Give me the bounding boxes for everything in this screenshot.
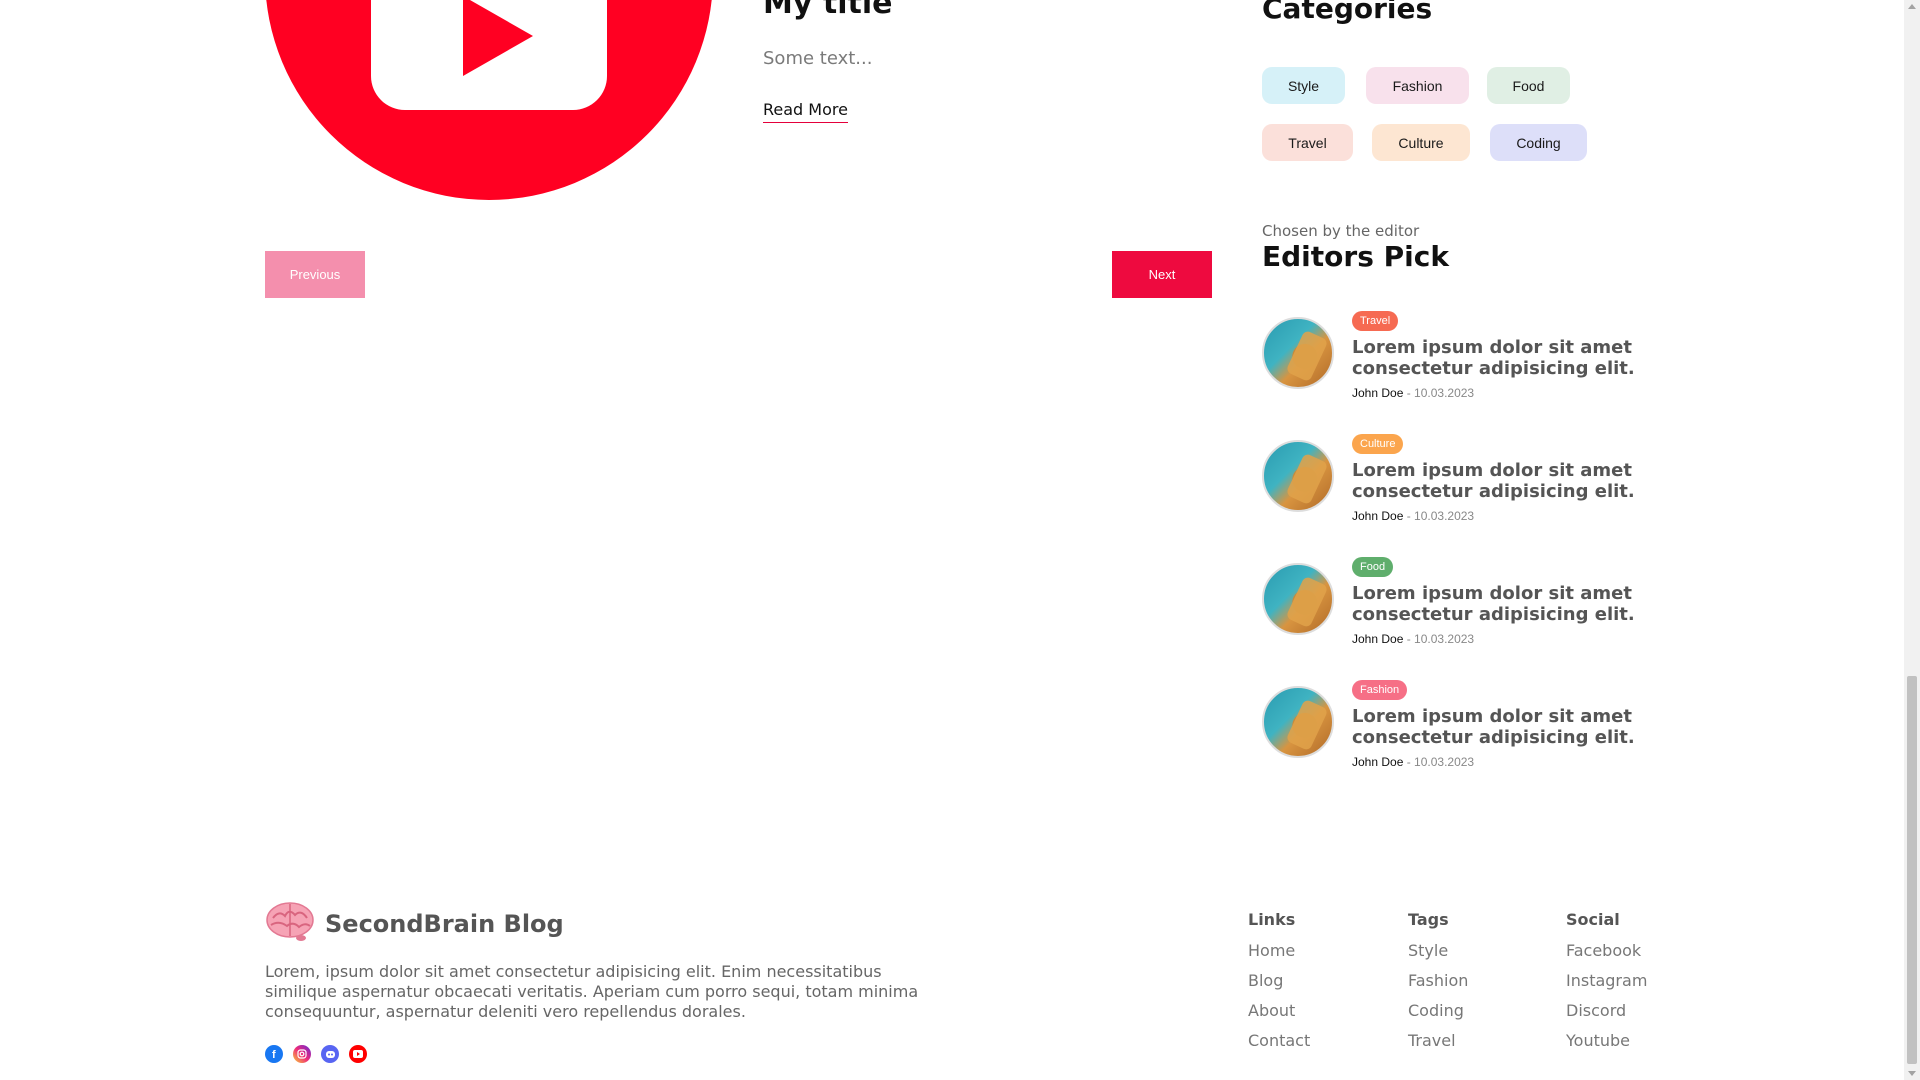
- post-title[interactable]: My title: [763, 0, 892, 21]
- page: My title Some text... Read More Previous…: [0, 0, 1904, 1080]
- facebook-icon[interactable]: f: [265, 1045, 283, 1063]
- post-thumbnail: [1262, 563, 1334, 635]
- post-date: - 10.03.2023: [1403, 509, 1475, 523]
- categories-title: Categories: [1262, 0, 1433, 25]
- footer-tag-style[interactable]: Style: [1408, 941, 1468, 971]
- post-meta: John Doe - 10.03.2023: [1352, 509, 1474, 523]
- post-excerpt[interactable]: Lorem ipsum dolor sit amet consectetur a…: [1352, 583, 1652, 625]
- editors-pick-title: Editors Pick: [1262, 240, 1449, 273]
- author-name: John Doe: [1352, 632, 1404, 646]
- previous-button[interactable]: Previous: [265, 251, 365, 298]
- post-meta: John Doe - 10.03.2023: [1352, 632, 1474, 646]
- editors-pick-item[interactable]: Culture Lorem ipsum dolor sit amet conse…: [1262, 434, 1682, 534]
- post-image[interactable]: [265, 0, 713, 200]
- editors-pick-item[interactable]: Travel Lorem ipsum dolor sit amet consec…: [1262, 311, 1682, 411]
- post-date: - 10.03.2023: [1403, 386, 1475, 400]
- scroll-down-arrow-icon[interactable]: [1908, 1071, 1916, 1076]
- post-excerpt[interactable]: Lorem ipsum dolor sit amet consectetur a…: [1352, 460, 1652, 502]
- editors-pick-item[interactable]: Food Lorem ipsum dolor sit amet consecte…: [1262, 557, 1682, 657]
- post-excerpt[interactable]: Lorem ipsum dolor sit amet consectetur a…: [1352, 706, 1652, 748]
- brand-name[interactable]: SecondBrain Blog: [325, 910, 564, 938]
- footer-description: Lorem, ipsum dolor sit amet consectetur …: [265, 962, 919, 1021]
- youtube-icon[interactable]: [349, 1045, 367, 1063]
- category-chip-fashion[interactable]: Fashion: [1366, 67, 1469, 104]
- footer-tags-column: Tags Style Fashion Coding Travel: [1408, 910, 1468, 1061]
- footer-link-about[interactable]: About: [1248, 1001, 1310, 1031]
- editors-pick-subtitle: Chosen by the editor: [1262, 222, 1420, 240]
- category-chip-coding[interactable]: Coding: [1490, 124, 1587, 161]
- read-more-link[interactable]: Read More: [763, 100, 848, 123]
- post-excerpt[interactable]: Lorem ipsum dolor sit amet consectetur a…: [1352, 337, 1652, 379]
- category-badge: Fashion: [1352, 680, 1408, 700]
- svg-text:f: f: [272, 1049, 276, 1060]
- category-chip-food[interactable]: Food: [1487, 67, 1570, 104]
- category-badge: Culture: [1352, 434, 1404, 454]
- footer-social-discord[interactable]: Discord: [1566, 1001, 1647, 1031]
- footer-column-title: Links: [1248, 910, 1296, 929]
- footer-social-column: Social Facebook Instagram Discord Youtub…: [1566, 910, 1647, 1061]
- category-chip-style[interactable]: Style: [1262, 67, 1345, 104]
- footer-tag-fashion[interactable]: Fashion: [1408, 971, 1468, 1001]
- footer-link-blog[interactable]: Blog: [1248, 971, 1310, 1001]
- youtube-logo-icon: [371, 0, 607, 110]
- author-name: John Doe: [1352, 386, 1404, 400]
- footer-tag-travel[interactable]: Travel: [1408, 1031, 1468, 1061]
- category-chip-travel[interactable]: Travel: [1262, 124, 1353, 161]
- author-name: John Doe: [1352, 755, 1404, 769]
- footer-column-title: Tags: [1408, 910, 1449, 929]
- footer-social-instagram[interactable]: Instagram: [1566, 971, 1647, 1001]
- post-thumbnail: [1262, 317, 1334, 389]
- footer-column-title: Social: [1566, 910, 1620, 929]
- footer-link-contact[interactable]: Contact: [1248, 1031, 1310, 1061]
- post-date: - 10.03.2023: [1403, 755, 1475, 769]
- instagram-icon[interactable]: [293, 1045, 311, 1063]
- footer-social-facebook[interactable]: Facebook: [1566, 941, 1647, 971]
- footer-tag-coding[interactable]: Coding: [1408, 1001, 1468, 1031]
- next-button[interactable]: Next: [1112, 251, 1212, 298]
- post-meta: John Doe - 10.03.2023: [1352, 755, 1474, 769]
- post-meta: John Doe - 10.03.2023: [1352, 386, 1474, 400]
- footer-social-icons: f: [265, 1045, 367, 1063]
- editors-pick-item[interactable]: Fashion Lorem ipsum dolor sit amet conse…: [1262, 680, 1682, 780]
- scrollbar-thumb[interactable]: [1907, 676, 1917, 1064]
- vertical-scrollbar[interactable]: [1904, 0, 1920, 1080]
- brain-icon: [265, 900, 315, 942]
- author-name: John Doe: [1352, 509, 1404, 523]
- post-description: Some text...: [763, 48, 873, 69]
- post-date: - 10.03.2023: [1403, 632, 1475, 646]
- discord-icon[interactable]: [321, 1045, 339, 1063]
- footer-links-column: Links Home Blog About Contact: [1248, 910, 1310, 1061]
- category-badge: Travel: [1352, 311, 1399, 331]
- post-thumbnail: [1262, 440, 1334, 512]
- footer-social-youtube[interactable]: Youtube: [1566, 1031, 1647, 1061]
- footer-link-home[interactable]: Home: [1248, 941, 1310, 971]
- category-chip-culture[interactable]: Culture: [1372, 124, 1470, 161]
- post-thumbnail: [1262, 686, 1334, 758]
- scroll-up-arrow-icon[interactable]: [1908, 4, 1916, 9]
- category-badge: Food: [1352, 557, 1394, 577]
